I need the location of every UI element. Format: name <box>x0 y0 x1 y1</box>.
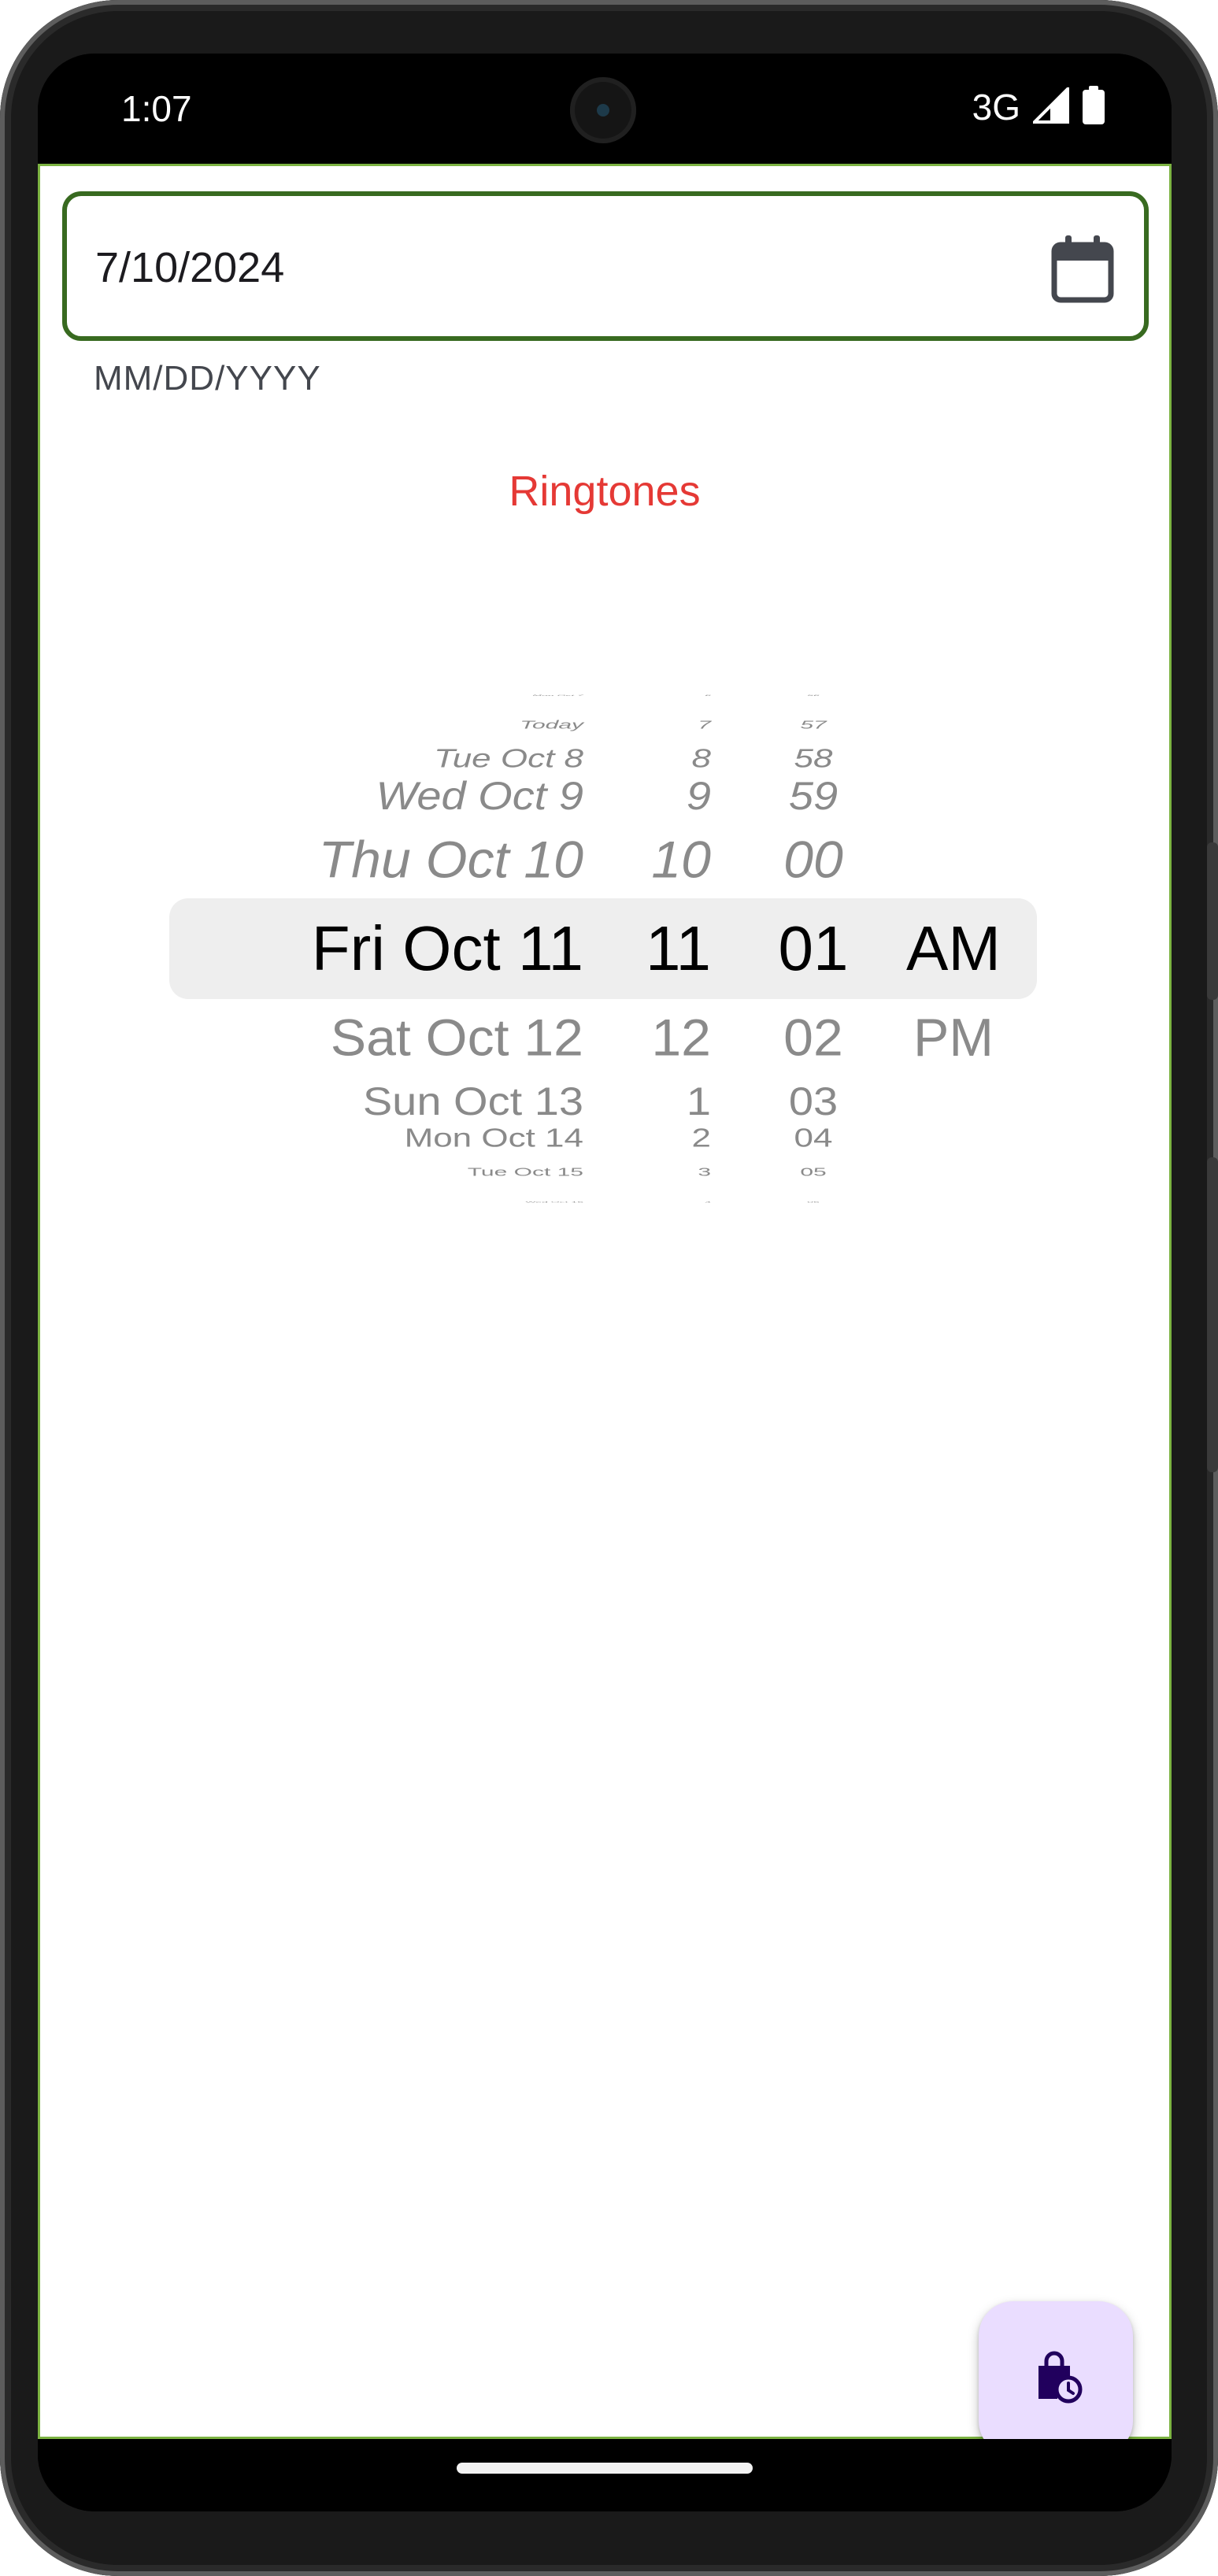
date-format-hint: MM/DD/YYYY <box>94 359 321 398</box>
picker-hour-item[interactable]: 6 <box>705 694 711 696</box>
power-button <box>1207 842 1218 1000</box>
picker-day-item[interactable]: Today <box>520 719 583 731</box>
app-content: 7/10/2024 MM/DD/YYYY Ringtones Mon Oct 7… <box>38 164 1172 2456</box>
picker-period-item[interactable]: PM <box>875 1011 1032 1064</box>
gesture-nav-bar <box>38 2439 1172 2511</box>
picker-day-item[interactable]: Sun Oct 13 <box>363 1081 583 1121</box>
picker-minute-item[interactable]: 59 <box>735 775 892 816</box>
picker-hour-item[interactable]: 8 <box>692 746 711 772</box>
picker-day-item[interactable]: Wed Oct 16 <box>525 1201 583 1203</box>
ringtones-link[interactable]: Ringtones <box>40 464 1169 519</box>
picker-hour-item[interactable]: 4 <box>705 1201 711 1203</box>
picker-hour-item[interactable]: 3 <box>698 1166 711 1179</box>
home-indicator[interactable] <box>457 2463 753 2474</box>
picker-day-item[interactable]: Mon Oct 7 <box>532 694 583 696</box>
picker-minute-item[interactable]: 57 <box>735 719 892 731</box>
network-type: 3G <box>972 87 1020 128</box>
picker-day-item[interactable]: Wed Oct 9 <box>376 775 583 816</box>
date-input-field[interactable]: 7/10/2024 <box>62 191 1149 341</box>
picker-hour-item[interactable]: 11 <box>646 917 711 980</box>
picker-minute-item[interactable]: 58 <box>735 746 892 772</box>
picker-day-item[interactable]: Tue Oct 8 <box>434 746 583 772</box>
picker-minute-item[interactable]: 02 <box>735 1012 892 1064</box>
shopping-bag-clock-icon <box>1027 2348 1084 2409</box>
picker-period-item[interactable]: AM <box>875 917 1032 980</box>
picker-day-item[interactable]: Sat Oct 12 <box>331 1012 583 1064</box>
picker-minute-item[interactable]: 00 <box>735 834 892 886</box>
picker-minute-item[interactable]: 56 <box>735 694 892 696</box>
picker-minute-item[interactable]: 01 <box>735 917 892 980</box>
picker-hour-item[interactable]: 12 <box>651 1012 711 1064</box>
picker-minute-item[interactable]: 04 <box>735 1125 892 1152</box>
picker-minute-item[interactable]: 05 <box>735 1166 892 1179</box>
screen: 1:07 3G 7/10/2024 MM/DD/YYYY Ringtones M… <box>38 54 1172 2511</box>
status-bar: 1:07 3G <box>38 54 1172 164</box>
signal-icon <box>1031 84 1069 128</box>
picker-day-item[interactable]: Mon Oct 14 <box>405 1125 583 1152</box>
device-frame: 1:07 3G 7/10/2024 MM/DD/YYYY Ringtones M… <box>0 0 1218 2576</box>
picker-day-item[interactable]: Tue Oct 15 <box>468 1166 583 1179</box>
volume-button <box>1207 1157 1218 1472</box>
picker-hour-item[interactable]: 9 <box>687 775 711 816</box>
picker-hour-item[interactable]: 2 <box>692 1125 711 1152</box>
picker-day-item[interactable]: Thu Oct 10 <box>319 834 583 886</box>
picker-minute-item[interactable]: 03 <box>735 1081 892 1121</box>
picker-hour-item[interactable]: 7 <box>698 719 711 731</box>
date-time-picker[interactable]: Mon Oct 7 Today Tue Oct 8 Wed Oct 9 Thu Oct … <box>40 694 1169 1276</box>
picker-hour-item[interactable]: 10 <box>651 834 711 886</box>
picker-minute-item[interactable]: 06 <box>735 1201 892 1203</box>
picker-day-item[interactable]: Fri Oct 11 <box>312 917 583 980</box>
fab-button[interactable] <box>979 2301 1133 2456</box>
battery-icon <box>1082 85 1105 129</box>
picker-hour-item[interactable]: 1 <box>687 1081 711 1121</box>
status-time: 1:07 <box>121 88 192 129</box>
calendar-icon[interactable] <box>1050 234 1116 303</box>
status-icons: 3G <box>972 83 1105 131</box>
front-camera <box>570 77 636 143</box>
date-input-value[interactable]: 7/10/2024 <box>95 240 284 295</box>
